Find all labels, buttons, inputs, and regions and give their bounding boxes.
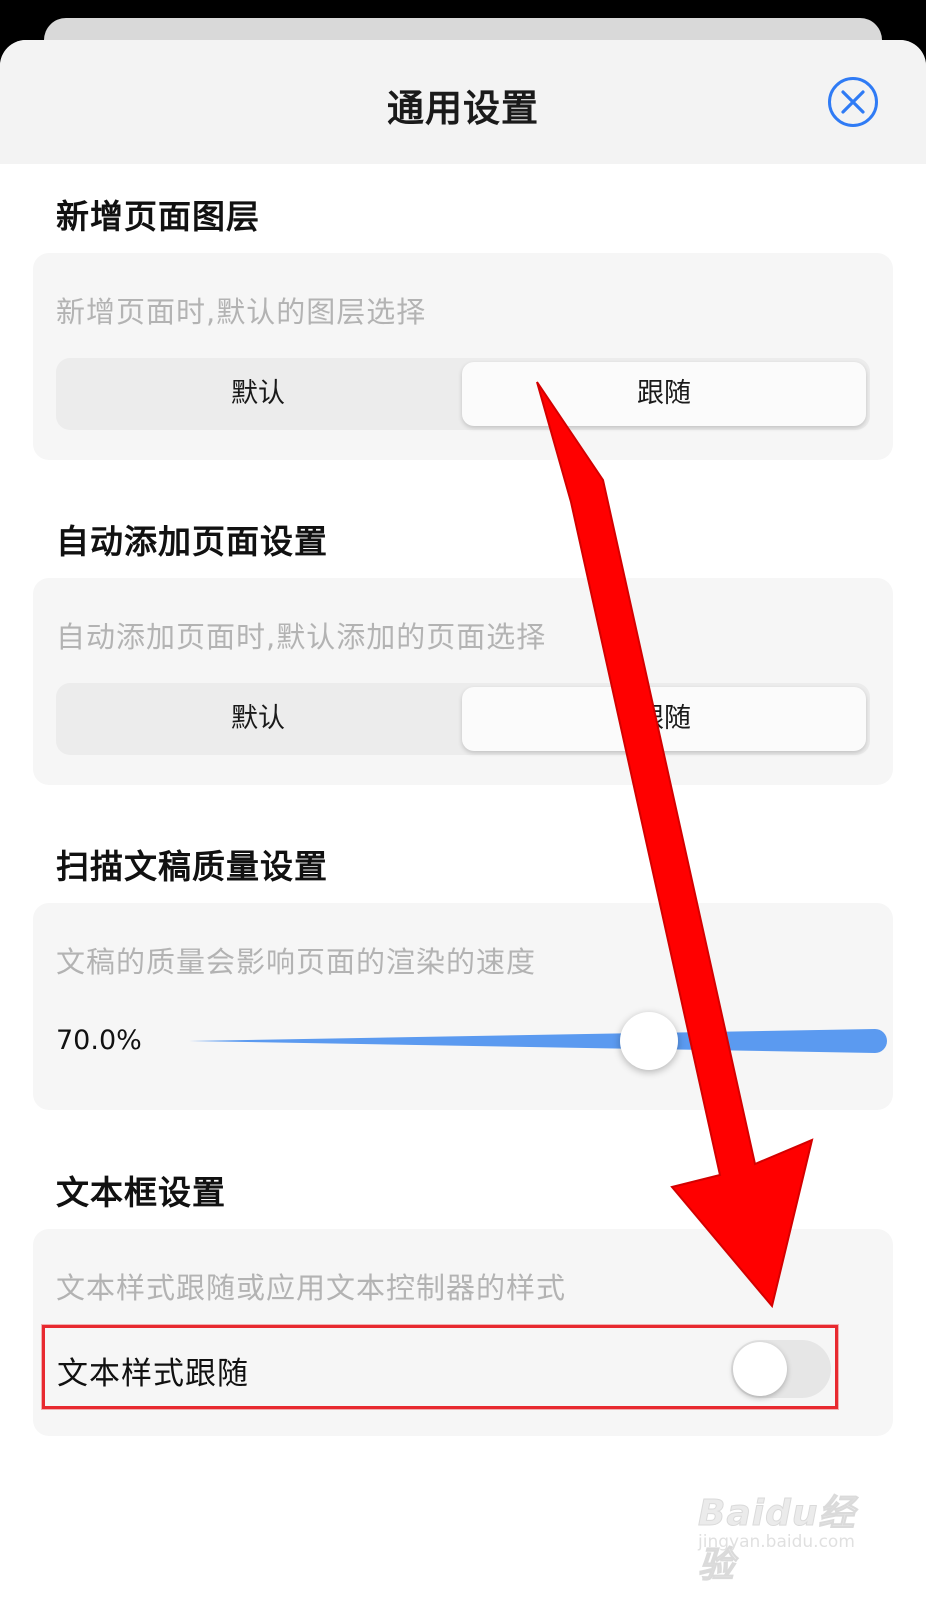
text-style-follow-row: 文本样式跟随 — [42, 1325, 838, 1409]
section-title-scan-quality: 扫描文稿质量设置 — [56, 847, 328, 886]
sheet-header: 通用设置 — [0, 40, 926, 164]
segment-option-follow-selected[interactable]: 跟随 — [462, 362, 866, 426]
card-new-page-layer: 新增页面时,默认的图层选择 默认 跟随 — [33, 253, 893, 460]
page-title: 通用设置 — [387, 87, 539, 130]
section-description: 新增页面时,默认的图层选择 — [56, 295, 427, 329]
close-button[interactable] — [828, 77, 878, 127]
quality-slider[interactable] — [185, 1012, 891, 1070]
segmented-control-new-page-layer: 默认 跟随 — [56, 358, 870, 430]
card-scan-quality: 文稿的质量会影响页面的渲染的速度 70.0% — [33, 903, 893, 1110]
section-title-auto-add-page: 自动添加页面设置 — [56, 522, 328, 561]
slider-track-shape — [189, 1029, 887, 1053]
segment-option-default[interactable]: 默认 — [56, 683, 460, 755]
card-auto-add-page: 自动添加页面时,默认添加的页面选择 默认 跟随 — [33, 578, 893, 785]
section-title-textbox: 文本框设置 — [56, 1173, 226, 1212]
segmented-control-auto-add-page: 默认 跟随 — [56, 683, 870, 755]
section-title-new-page-layer: 新增页面图层 — [56, 197, 260, 236]
section-description: 文稿的质量会影响页面的渲染的速度 — [56, 945, 537, 979]
watermark-url: jingyan.baidu.com — [698, 1532, 855, 1552]
slider-thumb[interactable] — [620, 1012, 679, 1070]
toggle-knob — [733, 1342, 787, 1396]
text-style-follow-toggle[interactable] — [731, 1340, 831, 1398]
close-icon — [841, 90, 865, 114]
segment-option-follow-selected[interactable]: 跟随 — [462, 687, 866, 751]
toggle-label: 文本样式跟随 — [57, 1356, 249, 1392]
segment-option-default[interactable]: 默认 — [56, 358, 460, 430]
section-description: 文本样式跟随或应用文本控制器的样式 — [56, 1271, 567, 1305]
slider-value-label: 70.0% — [56, 1025, 142, 1056]
watermark: Baidu经验 jingyan.baidu.com — [694, 1480, 864, 1587]
section-description: 自动添加页面时,默认添加的页面选择 — [56, 620, 547, 654]
